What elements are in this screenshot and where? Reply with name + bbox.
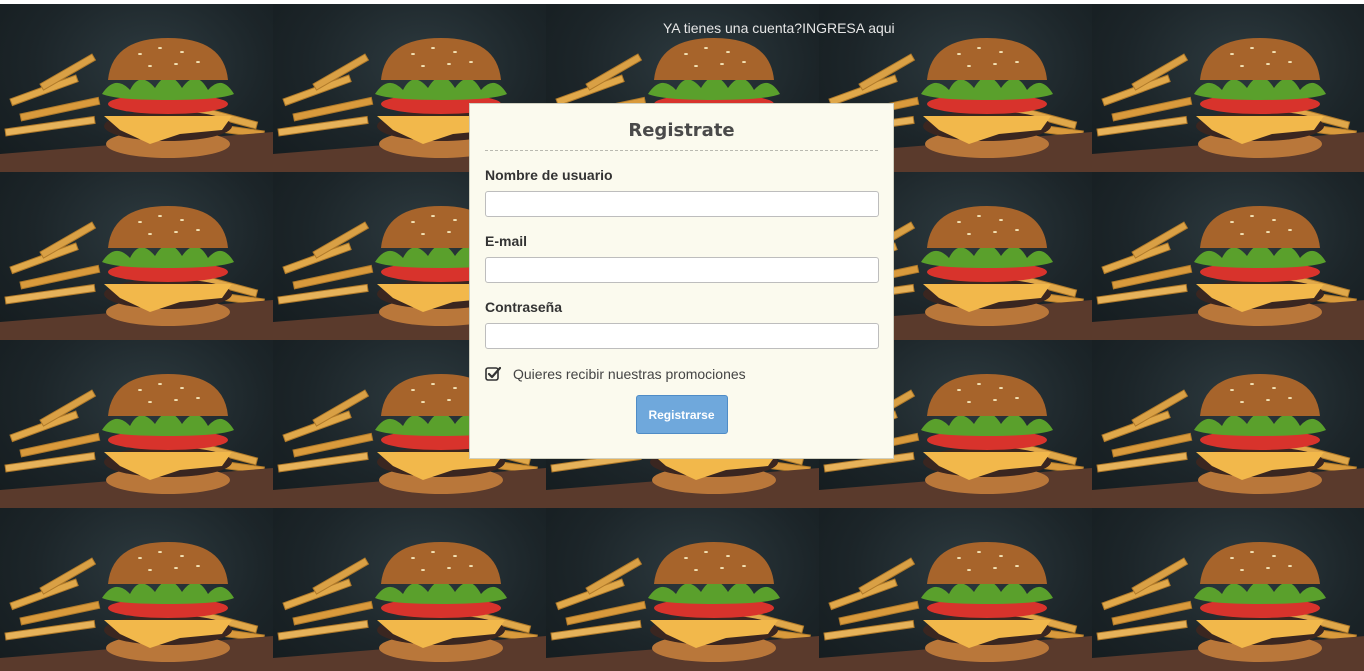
checkbox-checked-icon[interactable] [485, 366, 502, 382]
form-title: Registrate [485, 118, 878, 151]
email-input[interactable] [485, 257, 879, 283]
username-label: Nombre de usuario [485, 167, 613, 183]
register-card: Registrate Nombre de usuario E-mail Cont… [469, 103, 894, 459]
burger-tile [1092, 4, 1364, 172]
burger-tile [546, 508, 819, 671]
burger-tile [0, 172, 273, 340]
burger-tile [0, 4, 273, 172]
burger-tile [1092, 172, 1364, 340]
promo-checkbox-row[interactable]: Quieres recibir nuestras promociones [485, 365, 878, 383]
burger-tile [1092, 508, 1364, 671]
login-link[interactable]: YA tienes una cuenta?INGRESA aqui [663, 20, 895, 36]
promo-label: Quieres recibir nuestras promociones [513, 366, 746, 382]
burger-tile [1092, 340, 1364, 508]
register-button[interactable]: Registrarse [635, 395, 728, 434]
email-label: E-mail [485, 233, 528, 249]
burger-tile [819, 508, 1092, 671]
burger-tile [0, 508, 273, 671]
burger-tile [0, 340, 273, 508]
burger-tile [273, 508, 546, 671]
username-input[interactable] [485, 191, 879, 217]
password-input[interactable] [485, 323, 879, 349]
password-label: Contraseña [485, 299, 563, 315]
